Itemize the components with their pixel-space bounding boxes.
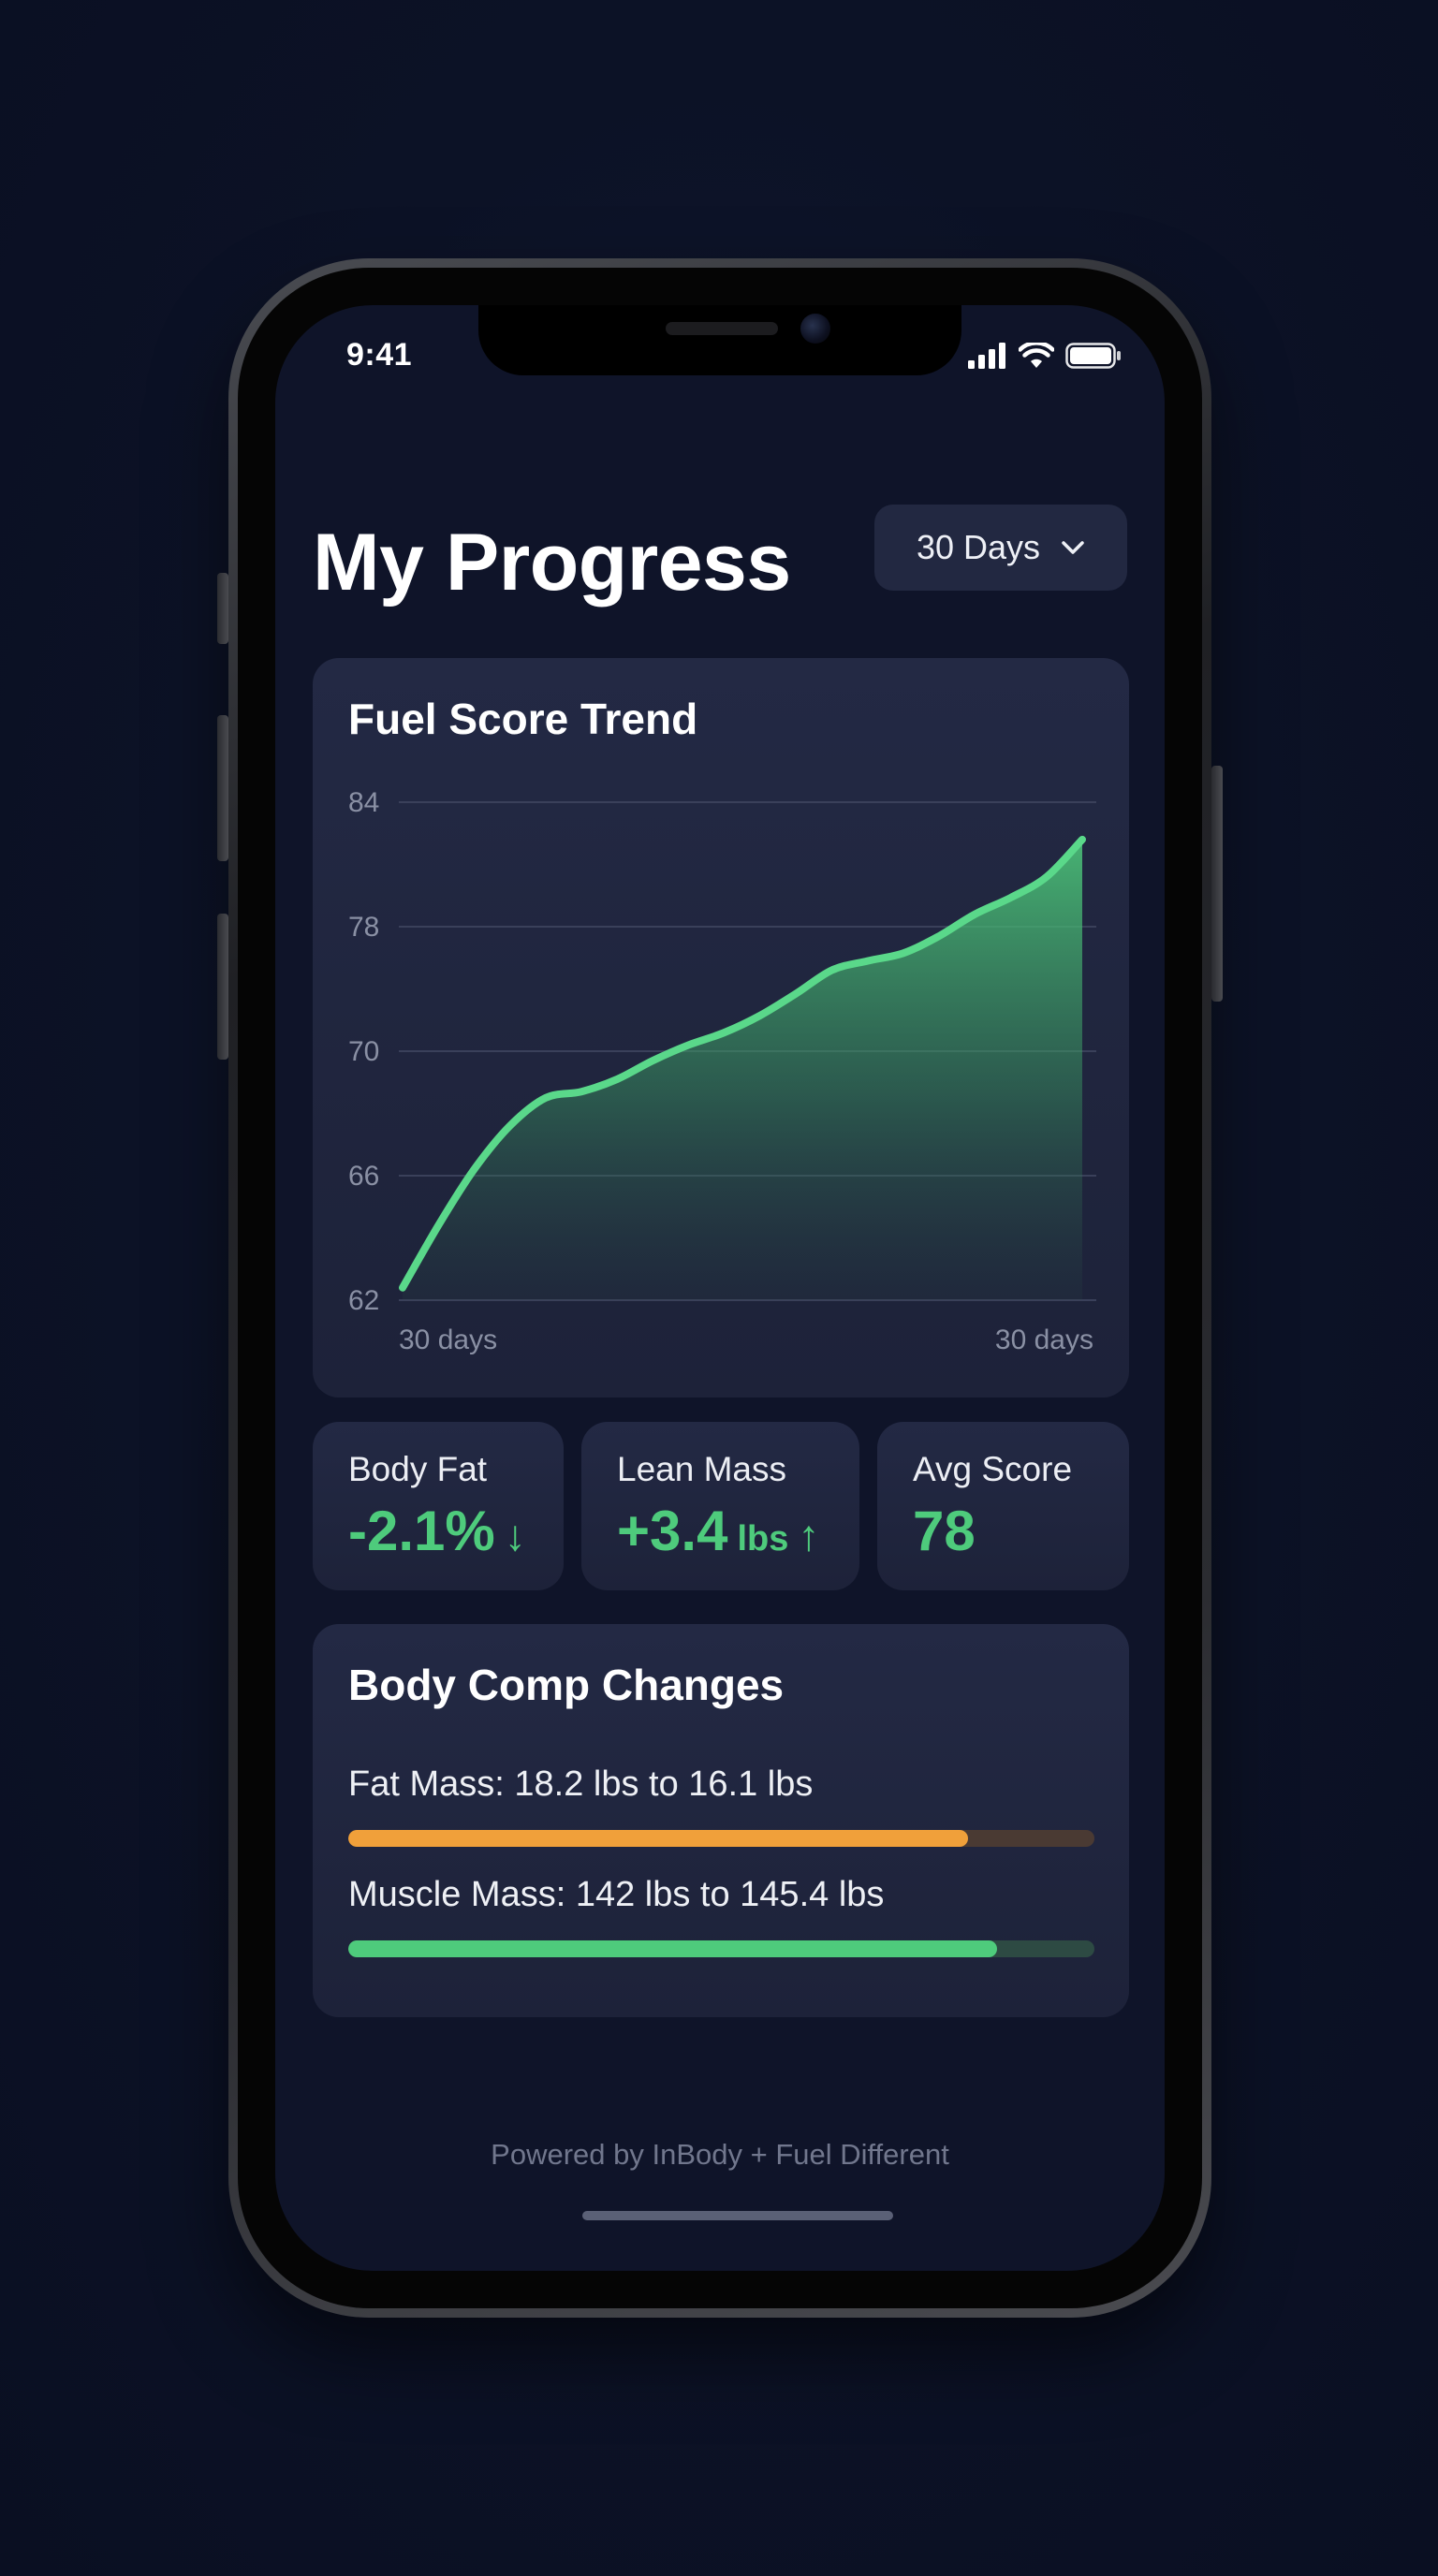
stat-card-body-fat: Body Fat -2.1% ↓ [313,1422,564,1590]
body-comp-card: Body Comp Changes Fat Mass: 18.2 lbs to … [313,1624,1129,2017]
fuel-score-chart: 84 78 70 66 62 [348,787,1096,1316]
volume-up-button [217,715,228,861]
arrow-up-icon: ↑ [798,1511,820,1559]
lean-mass-unit: lbs [737,1519,789,1559]
stat-value: 78 [913,1499,976,1563]
y-tick-label: 62 [348,1285,379,1316]
y-tick-label: 84 [348,787,379,818]
stat-value: -2.1% ↓ [348,1499,526,1563]
silent-switch [217,573,228,644]
wifi-icon [1019,343,1054,368]
notch [478,305,961,375]
y-tick-label: 66 [348,1161,379,1192]
footer-credit: Powered by InBody + Fuel Different [491,2138,949,2171]
arrow-down-icon: ↓ [504,1511,526,1559]
earpiece-speaker [666,322,778,335]
muscle-mass-bar-fill [348,1940,998,1957]
y-tick-label: 70 [348,1036,379,1067]
fuel-score-card: Fuel Score Trend 84 78 70 66 62 30 days 30 d… [313,658,1129,1398]
y-tick-label: 78 [348,912,379,943]
stat-card-lean-mass: Lean Mass +3.4 lbs ↑ [581,1422,859,1590]
front-camera [800,314,830,344]
fat-mass-bar-track [348,1830,1094,1847]
chevron-down-icon [1062,541,1084,554]
fat-mass-bar-fill [348,1830,968,1847]
x-axis-end-label: 30 days [994,1325,1093,1355]
avg-score-value: 78 [913,1500,976,1562]
home-indicator[interactable] [582,2211,893,2220]
power-button [1211,766,1223,1002]
body-comp-title: Body Comp Changes [348,1661,785,1709]
muscle-mass-label: Muscle Mass: 142 lbs to 145.4 lbs [348,1875,885,1914]
stat-label: Avg Score [913,1450,1073,1488]
x-axis-start-label: 30 days [399,1325,498,1355]
stat-value: +3.4 lbs ↑ [617,1499,819,1563]
battery-icon [1065,343,1121,369]
page-title: My Progress [313,518,791,607]
phone-frame: 9:41 My Progress 30 Days Fuel Score Tren… [217,258,1223,2318]
stat-label: Lean Mass [617,1450,786,1488]
status-time: 9:41 [346,337,413,373]
app-screen: 9:41 My Progress 30 Days Fuel Score Tren… [275,305,1165,2271]
status-icons [968,341,1122,369]
stat-card-avg-score: Avg Score 78 [877,1422,1129,1590]
fat-mass-label: Fat Mass: 18.2 lbs to 16.1 lbs [348,1764,814,1804]
stat-label: Body Fat [348,1450,488,1488]
lean-mass-value: +3.4 [617,1500,728,1562]
range-dropdown-label: 30 Days [916,528,1041,566]
cellular-signal-icon [968,343,1005,369]
range-dropdown[interactable]: 30 Days [874,505,1127,591]
volume-down-button [217,914,228,1060]
muscle-mass-bar-track [348,1940,1094,1957]
body-fat-value: -2.1% [348,1500,495,1562]
